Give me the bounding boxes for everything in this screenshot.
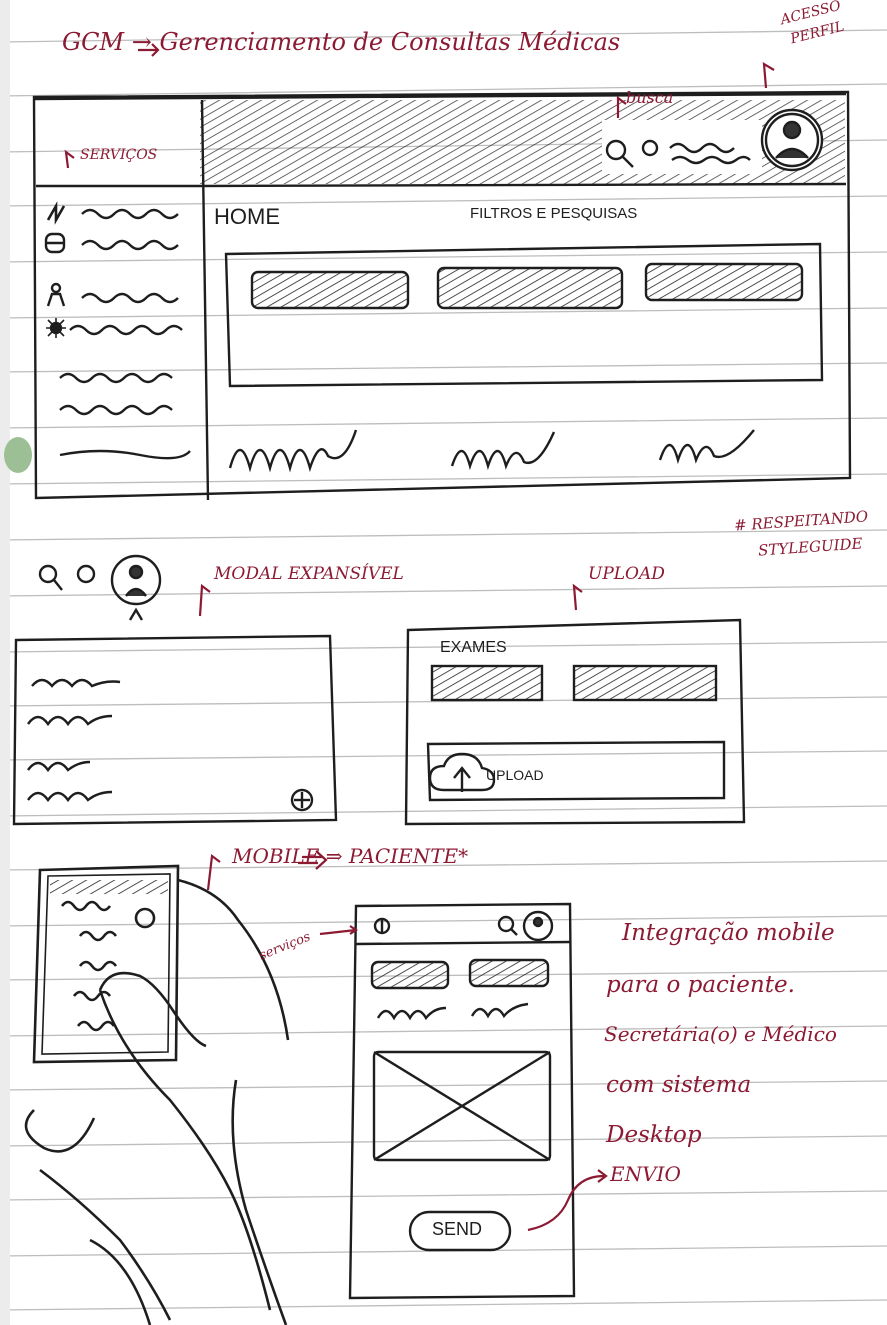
note-line-1: Integração mobile xyxy=(622,920,835,946)
send-button: SEND xyxy=(432,1219,483,1239)
upload-button: UPLOAD xyxy=(486,767,544,783)
hand-phone-sketch xyxy=(24,864,290,1325)
note-line-4: com sistema xyxy=(606,1072,752,1098)
filter-field-3 xyxy=(644,262,804,302)
filter-field-2 xyxy=(436,266,624,310)
note-line-2: para o paciente. xyxy=(606,972,795,998)
exam-field-2 xyxy=(572,664,718,702)
exam-field-1 xyxy=(430,664,544,702)
home-label: HOME xyxy=(214,204,280,229)
filter-field-1 xyxy=(250,270,410,310)
modal-expansivel-label: MODAL EXPANSÍVEL xyxy=(214,564,404,584)
notebook-page xyxy=(0,0,887,1325)
busca-label: busca xyxy=(626,88,674,107)
modal-sketch xyxy=(12,554,338,826)
servicos-label: SERVIÇOS xyxy=(80,147,158,163)
filters-label: FILTROS E PESQUISAS xyxy=(470,205,638,222)
exames-title: EXAMES xyxy=(440,639,507,656)
upload-annotation-label: UPLOAD xyxy=(588,564,665,584)
mobile-paciente-label: MOBILE ⇒ PACIENTE* xyxy=(232,844,469,868)
note-line-3: Secretária(o) e Médico xyxy=(604,1022,837,1046)
page-title: GCM → Gerenciamento de Consultas Médicas xyxy=(62,28,621,56)
green-tab xyxy=(4,437,32,473)
binder-edge xyxy=(0,0,10,1325)
note-line-5: Desktop xyxy=(606,1122,702,1148)
envio-label: ENVIO xyxy=(610,1162,681,1186)
